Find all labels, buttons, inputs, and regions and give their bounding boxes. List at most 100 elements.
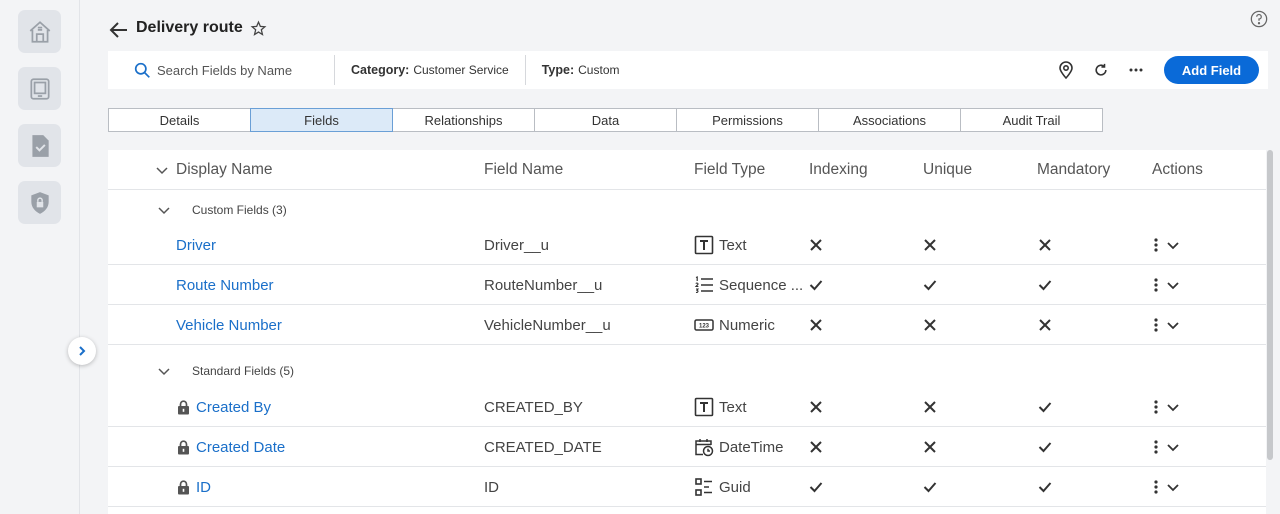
check-icon xyxy=(923,280,937,291)
back-arrow-icon[interactable] xyxy=(108,19,130,41)
cross-icon xyxy=(810,401,822,413)
guid-type-icon xyxy=(695,478,712,496)
tab-fields[interactable]: Fields xyxy=(250,108,393,132)
field-type: Text xyxy=(694,387,747,427)
svg-text:123: 123 xyxy=(699,324,710,330)
tab-audit-trail[interactable]: Audit Trail xyxy=(960,108,1103,132)
field-type-label: Numeric xyxy=(719,316,775,334)
table-row: ID ID Guid xyxy=(108,467,1266,507)
type-value: Custom xyxy=(578,63,620,77)
field-type-label: Guid xyxy=(719,478,751,496)
search-input[interactable] xyxy=(157,62,327,78)
display-name-link[interactable]: Created Date xyxy=(196,439,285,456)
fields-table: Display Name Field Name Field Type Index… xyxy=(108,150,1266,514)
cross-icon xyxy=(810,319,822,331)
table-row: Route Number RouteNumber__u Sequence ... xyxy=(108,265,1266,305)
chevron-down-icon[interactable] xyxy=(1166,318,1180,332)
tab-relationships[interactable]: Relationships xyxy=(392,108,535,132)
group-row-custom[interactable]: Custom Fields (3) xyxy=(108,190,1266,230)
check-icon xyxy=(809,482,823,493)
display-name-link[interactable]: Vehicle Number xyxy=(176,305,282,345)
field-type-label: Sequence ... xyxy=(719,276,804,294)
display-name-link[interactable]: Created By xyxy=(196,399,271,416)
field-type: DateTime xyxy=(694,427,783,467)
display-name-link[interactable]: Driver xyxy=(176,225,216,265)
location-pin-icon[interactable] xyxy=(1057,61,1075,79)
column-display-name[interactable]: Display Name xyxy=(176,150,272,190)
lock-icon xyxy=(178,399,189,414)
field-name: RouteNumber__u xyxy=(484,276,603,294)
table-row: Created By CREATED_BY Text xyxy=(108,387,1266,427)
toolbar: Category: Customer Service Type: Custom … xyxy=(108,51,1268,89)
kebab-menu-icon[interactable] xyxy=(1153,399,1159,415)
collapse-all-toggle[interactable] xyxy=(155,150,169,190)
lock-icon xyxy=(178,479,189,494)
chevron-down-icon xyxy=(156,167,168,175)
tab-details[interactable]: Details xyxy=(108,108,251,132)
search-icon xyxy=(134,62,150,78)
column-unique[interactable]: Unique xyxy=(923,150,972,190)
text-type-icon xyxy=(694,235,714,255)
check-icon xyxy=(809,280,823,291)
category-label: Category: xyxy=(351,63,410,77)
chevron-down-icon[interactable] xyxy=(1166,278,1180,292)
cross-icon xyxy=(924,401,936,413)
chevron-down-icon[interactable] xyxy=(1166,440,1180,454)
field-type-label: DateTime xyxy=(719,438,784,456)
display-name-link[interactable]: ID xyxy=(196,479,211,496)
column-indexing[interactable]: Indexing xyxy=(809,150,868,190)
category-value: Customer Service xyxy=(413,63,509,77)
chevron-down-icon[interactable] xyxy=(1166,238,1180,252)
field-type: Guid xyxy=(694,467,751,507)
check-icon xyxy=(1038,442,1052,453)
star-icon[interactable] xyxy=(250,20,267,37)
group-label: Custom Fields (3) xyxy=(192,203,287,217)
datetime-type-icon xyxy=(695,439,714,457)
check-icon xyxy=(1038,402,1052,413)
cross-icon xyxy=(924,441,936,453)
chevron-down-icon xyxy=(158,207,170,215)
tab-data[interactable]: Data xyxy=(534,108,677,132)
field-name: VehicleNumber__u xyxy=(484,316,611,334)
kebab-menu-icon[interactable] xyxy=(1153,277,1159,293)
tablet-icon[interactable] xyxy=(18,67,61,110)
page-title: Delivery route xyxy=(136,19,243,36)
group-label: Standard Fields (5) xyxy=(192,364,295,378)
refresh-icon[interactable] xyxy=(1092,61,1110,79)
display-name-link[interactable]: Route Number xyxy=(176,265,274,305)
table-header: Display Name Field Name Field Type Index… xyxy=(108,150,1266,190)
column-field-type[interactable]: Field Type xyxy=(694,150,765,190)
help-icon[interactable] xyxy=(1250,10,1268,28)
kebab-menu-icon[interactable] xyxy=(1153,317,1159,333)
page-header: Delivery route xyxy=(108,14,267,42)
tab-permissions[interactable]: Permissions xyxy=(676,108,819,132)
column-field-name[interactable]: Field Name xyxy=(484,150,563,190)
chevron-down-icon[interactable] xyxy=(1166,480,1180,494)
check-icon xyxy=(1038,482,1052,493)
type-meta: Type: Custom xyxy=(542,63,620,77)
column-mandatory[interactable]: Mandatory xyxy=(1037,150,1110,190)
tab-bar: Details Fields Relationships Data Permis… xyxy=(108,108,1103,132)
type-label: Type: xyxy=(541,63,575,77)
field-name: Driver__u xyxy=(484,236,550,254)
text-type-icon xyxy=(694,397,714,417)
table-scrollbar[interactable] xyxy=(1267,150,1273,460)
chevron-down-icon[interactable] xyxy=(1166,400,1180,414)
kebab-menu-icon[interactable] xyxy=(1153,439,1159,455)
cross-icon xyxy=(810,441,822,453)
tab-associations[interactable]: Associations xyxy=(818,108,961,132)
home-icon[interactable] xyxy=(18,10,61,53)
group-row-standard[interactable]: Standard Fields (5) xyxy=(108,351,1266,391)
cross-icon xyxy=(810,239,822,251)
add-field-button[interactable]: Add Field xyxy=(1164,56,1259,84)
kebab-menu-icon[interactable] xyxy=(1153,237,1159,253)
chevron-down-icon xyxy=(158,368,170,376)
more-options-icon[interactable] xyxy=(1127,61,1145,79)
kebab-menu-icon[interactable] xyxy=(1153,479,1159,495)
numeric-type-icon: 123 xyxy=(694,319,714,331)
field-name: CREATED_DATE xyxy=(484,438,602,456)
expand-sidebar-button[interactable] xyxy=(68,337,96,365)
cross-icon xyxy=(1039,319,1051,331)
shield-lock-icon[interactable] xyxy=(18,181,61,224)
document-check-icon[interactable] xyxy=(18,124,61,167)
